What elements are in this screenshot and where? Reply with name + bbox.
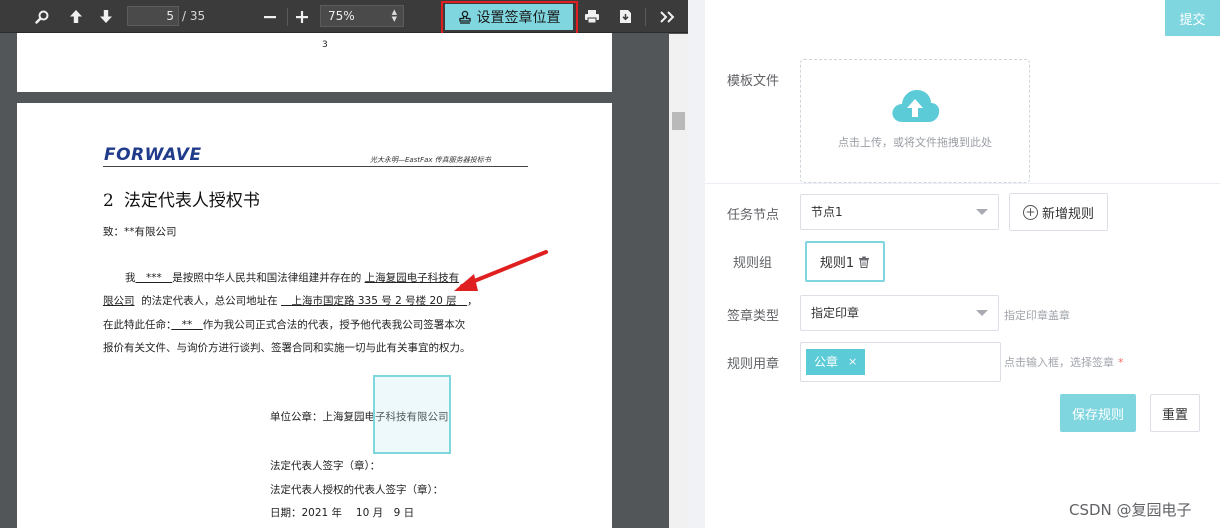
upload-hint: 点击上传，或将文件拖拽到此处 <box>838 136 992 149</box>
plus-circle-icon: + <box>1022 204 1038 220</box>
page-number: 3 <box>322 40 328 50</box>
doc-paragraph-line-4: 报价有关文件、与询价方进行谈判、签署合同和实施一切与此有关事宜的权力。 <box>103 342 471 354</box>
scrollbar-thumb[interactable] <box>672 112 685 130</box>
page-number-input[interactable]: 5 <box>127 6 179 26</box>
file-upload-dropzone[interactable]: 点击上传，或将文件拖拽到此处 <box>800 59 1030 183</box>
stamp-position-box[interactable] <box>373 375 451 454</box>
text: 限公司 <box>103 295 135 307</box>
header-rule <box>103 166 528 167</box>
signature-line-1: 法定代表人签字（章）： <box>270 460 381 472</box>
template-file-label: 模板文件 <box>727 74 780 89</box>
doc-to-line: 致：**有限公司 <box>103 226 177 238</box>
section-number: 2 <box>103 191 114 211</box>
required-mark: * <box>1118 356 1124 369</box>
text: ** <box>171 319 203 331</box>
cloud-upload-icon <box>892 90 940 122</box>
close-icon[interactable]: × <box>848 349 857 375</box>
plus-icon[interactable] <box>290 0 314 33</box>
signature-line-2: 法定代表人授权的代表人签字（章）： <box>270 484 444 496</box>
sign-type-select[interactable]: 指定印章 <box>800 295 999 331</box>
download-icon[interactable] <box>613 0 637 33</box>
seal-tag-label: 公章 <box>814 355 839 369</box>
trash-icon[interactable] <box>858 256 870 268</box>
set-sign-position-button[interactable]: 设置签章位置 <box>445 4 573 30</box>
doc-paragraph-line-3: 在此特此任命： ** 作为我公司正式合法的代表，授予他代表我公司签署本次 <box>103 317 465 332</box>
text: 我 <box>125 272 136 284</box>
doc-header-text: 光大永明—EastFax 传真服务器投标书 <box>370 156 491 164</box>
text: 在此特此任命： <box>103 319 172 331</box>
doc-paragraph-line-2: 限公司 的法定代表人，总公司地址在 上海市国定路 335 号 2 号楼 20 层… <box>103 293 478 308</box>
sign-type-label: 签章类型 <box>727 309 780 324</box>
text: *** <box>135 272 173 284</box>
reset-label: 重置 <box>1161 407 1188 423</box>
arrow-up-icon[interactable] <box>64 0 88 33</box>
submit-button[interactable]: 提交 <box>1165 0 1220 36</box>
chevron-down-icon <box>976 209 988 215</box>
seal-hint-text: 点击输入框，选择签章 <box>1004 356 1114 369</box>
sign-type-value: 指定印章 <box>811 306 860 320</box>
pdf-page-current: FORWAVE 光大永明—EastFax 传真服务器投标书 2 法定代表人授权书 … <box>17 103 612 528</box>
arrow-down-icon[interactable] <box>94 0 118 33</box>
toolbar-divider <box>645 8 646 26</box>
add-rule-label: 新增规则 <box>1041 206 1094 222</box>
red-arrow-icon <box>454 250 548 291</box>
rule-form-panel: 提交 模板文件 点击上传，或将文件拖拽到此处 任务节点 节点1 + 新增规则 规… <box>705 0 1220 528</box>
section-title: 法定代表人授权书 <box>123 191 260 211</box>
company-logo: FORWAVE <box>104 145 202 165</box>
date-line: 日期：2021 年 10 月 9 日 <box>270 507 415 519</box>
rule-seal-label: 规则用章 <box>727 357 780 372</box>
select-arrows-icon: ▲ ▼ <box>391 8 397 23</box>
rule-group-item[interactable]: 规则1 <box>805 241 885 282</box>
doc-paragraph-line-1: 我 *** 是按照中华人民共和国法律组建并存在的 上海复园电子科技有 <box>125 270 459 285</box>
chevron-down-icon <box>976 310 988 316</box>
text: 是按照中华人民共和国法律组建并存在的 <box>172 272 362 284</box>
stamp-icon <box>458 10 471 24</box>
double-chevron-right-icon[interactable] <box>654 0 680 33</box>
section-divider <box>705 183 1220 184</box>
task-node-select[interactable]: 节点1 <box>800 194 999 230</box>
sign-type-hint: 指定印章盖章 <box>1004 309 1070 322</box>
save-rule-button[interactable]: 保存规则 <box>1060 394 1136 432</box>
rule-item-label: 规则1 <box>819 256 855 271</box>
doc-section-title: 2 法定代表人授权书 <box>103 186 270 211</box>
seal-hint: 点击输入框，选择签章 * <box>1004 354 1124 370</box>
page-total: / 35 <box>182 9 206 23</box>
add-rule-button[interactable]: + 新增规则 <box>1009 193 1108 231</box>
zoom-value: 75% <box>328 9 355 23</box>
toolbar-divider <box>287 8 288 26</box>
set-sign-position-label: 设置签章位置 <box>476 10 561 26</box>
watermark: CSDN @复园电子 <box>1069 501 1192 519</box>
pdf-toolbar: 5 / 35 75% ▲ ▼ 设置签章位置 <box>0 0 688 33</box>
reset-button[interactable]: 重置 <box>1150 394 1200 432</box>
print-icon[interactable] <box>580 0 604 33</box>
zoom-select[interactable]: 75% ▲ ▼ <box>320 5 404 27</box>
seal-tag-input[interactable]: 公章 × <box>800 342 1001 382</box>
panel-divider <box>688 0 705 528</box>
seal-tag: 公章 × <box>806 349 866 375</box>
text: 的法定代表人，总公司地址在 <box>141 295 278 307</box>
minus-icon[interactable] <box>258 0 282 33</box>
search-icon[interactable] <box>30 0 54 33</box>
task-node-value: 节点1 <box>811 205 843 219</box>
text: 作为我公司正式合法的代表，授予他代表我公司签署本次 <box>202 319 466 331</box>
pdf-viewer: 5 / 35 75% ▲ ▼ 设置签章位置 3 FORWAVE 光大永明—Eas… <box>0 0 688 528</box>
pdf-page-previous: 3 <box>17 33 612 92</box>
scrollbar-track[interactable] <box>669 34 688 528</box>
task-node-label: 任务节点 <box>727 208 780 223</box>
rule-group-label: 规则组 <box>733 256 773 271</box>
